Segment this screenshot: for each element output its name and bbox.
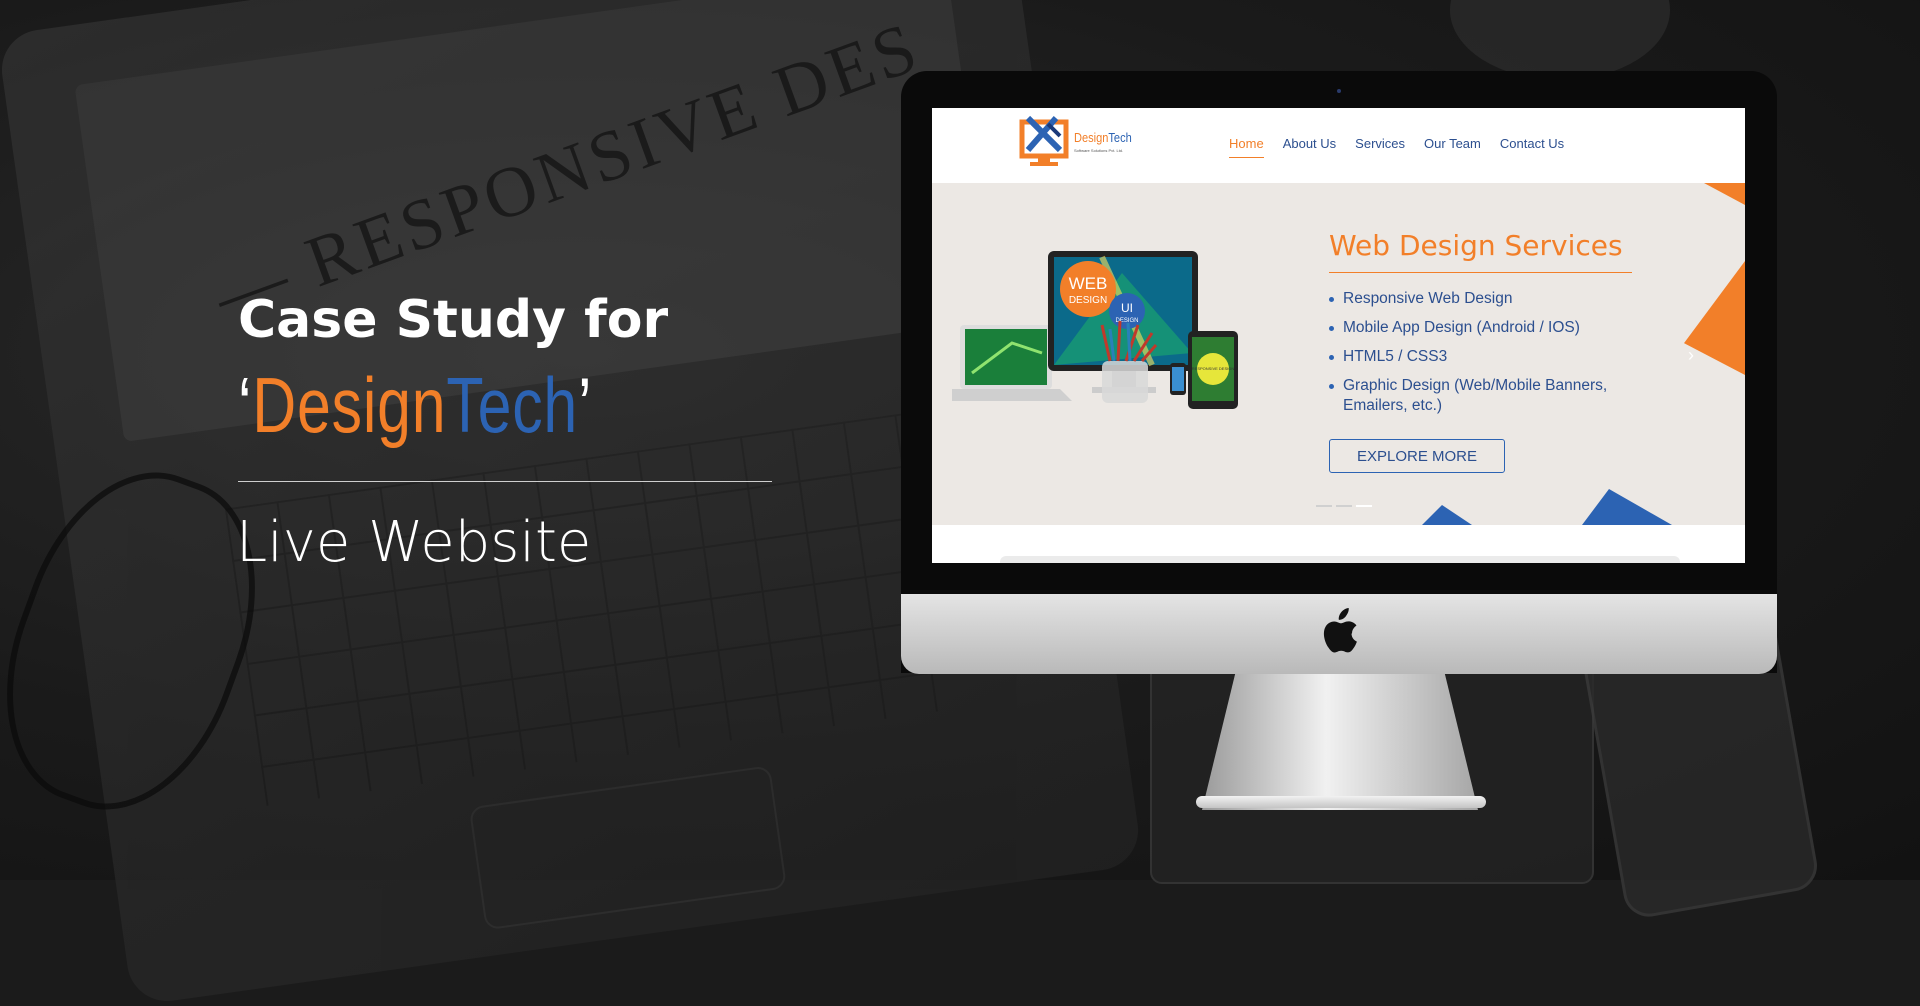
next-section-peek <box>1000 556 1680 563</box>
brand-orange: Design <box>252 361 447 449</box>
nav-home[interactable]: Home <box>1229 136 1264 158</box>
hero: Case Study for ‘DesignTech’ <box>238 290 692 450</box>
website-screen: DesignTech Software Solutions Pvt. Ltd. … <box>932 108 1745 563</box>
hero-heading: Case Study for <box>238 290 669 350</box>
decor-triangle <box>1704 183 1745 205</box>
list-item: Mobile App Design (Android / IOS) <box>1329 318 1649 338</box>
brand-wordmark: ‘DesignTech’ <box>238 360 592 450</box>
logo-wordmark[interactable]: DesignTech <box>1074 130 1132 145</box>
imac-stand <box>1202 674 1478 810</box>
nav-our-team[interactable]: Our Team <box>1424 136 1481 158</box>
slider-dot[interactable] <box>1316 505 1332 507</box>
imac-stand-foot <box>1196 796 1486 808</box>
list-item: HTML5 / CSS3 <box>1329 347 1649 367</box>
badge-design: DESIGN <box>1069 295 1107 306</box>
laptop-keyboard <box>224 411 960 806</box>
logo-name-orange: Design <box>1074 130 1109 145</box>
logo-tagline: Software Solutions Pvt. Ltd. <box>1074 148 1124 153</box>
apple-logo-icon <box>1323 608 1357 653</box>
slider-next-icon[interactable]: › <box>1688 345 1694 366</box>
devices-illustration: WEB DESIGN UI DESIGN RESPONSIVE DESIGN <box>952 251 1238 409</box>
list-item: Graphic Design (Web/Mobile Banners, Emai… <box>1329 376 1649 416</box>
brand-close-quote: ’ <box>578 361 593 449</box>
nav-about-us[interactable]: About Us <box>1283 136 1336 158</box>
logo-name-blue: Tech <box>1108 130 1132 145</box>
brand-open-quote: ‘ <box>238 361 253 449</box>
nav-services[interactable]: Services <box>1355 136 1405 158</box>
slider-dots <box>1316 505 1372 507</box>
hero-divider <box>238 481 772 482</box>
slider-dot[interactable] <box>1336 505 1352 507</box>
brand-blue: Tech <box>446 361 579 449</box>
list-item: Responsive Web Design <box>1329 289 1649 309</box>
decor-triangle <box>1422 505 1472 525</box>
tablet-label: RESPONSIVE DESIGN <box>1192 366 1235 371</box>
badge-ui: UI <box>1121 301 1133 315</box>
site-header: DesignTech Software Solutions Pvt. Ltd. … <box>932 108 1745 182</box>
services-list: Responsive Web Design Mobile App Design … <box>1329 289 1649 425</box>
designtech-logo-icon[interactable] <box>1008 114 1138 178</box>
hero-subheading: Live Website <box>236 510 592 575</box>
hero-banner: › WEB DESIGN UI DESIGN RESPONSIVE DESIGN… <box>932 183 1745 525</box>
nav-contact-us[interactable]: Contact Us <box>1500 136 1564 158</box>
banner-title: Web Design Services <box>1329 229 1623 262</box>
slider-dot-active[interactable] <box>1356 505 1372 507</box>
badge-web: WEB <box>1069 274 1108 293</box>
laptop-trackpad <box>468 765 788 931</box>
imac-camera <box>1337 89 1341 93</box>
banner-title-underline <box>1329 272 1632 273</box>
decor-triangle <box>1582 489 1672 525</box>
main-nav: Home About Us Services Our Team Contact … <box>1229 136 1564 158</box>
explore-more-button[interactable]: EXPLORE MORE <box>1329 439 1505 473</box>
